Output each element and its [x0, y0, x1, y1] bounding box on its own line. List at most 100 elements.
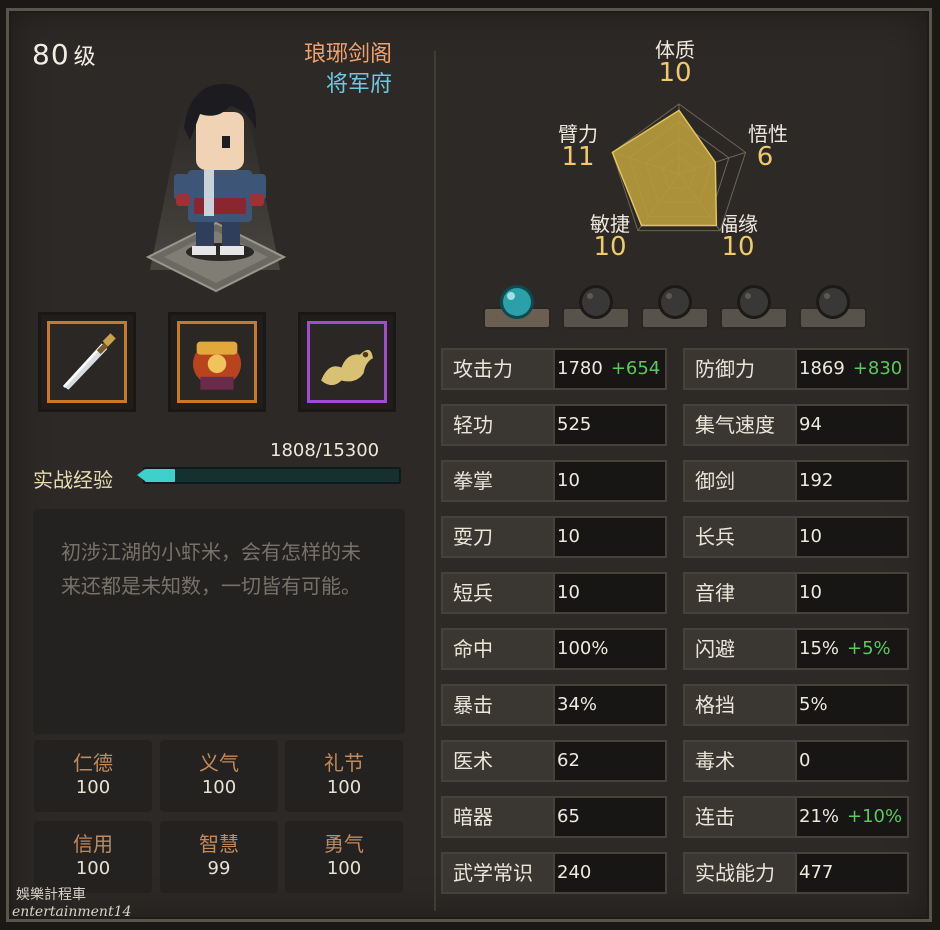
stat-row[interactable]: 短兵 10 — [441, 572, 667, 614]
stat-name: 耍刀 — [441, 516, 555, 558]
stat-value-cell: 10 — [797, 516, 909, 558]
stat-value-cell: 10 — [555, 572, 667, 614]
stat-name: 格挡 — [683, 684, 797, 726]
gem-slot-filled[interactable] — [482, 282, 552, 334]
stat-row[interactable]: 拳掌 10 — [441, 460, 667, 502]
watermark-chinese: 娛樂計程車 — [16, 887, 86, 903]
stat-value-cell: 477 — [797, 852, 909, 894]
stat-row[interactable]: 御剑 192 — [683, 460, 909, 502]
accessory-slot[interactable] — [298, 312, 396, 412]
stat-row[interactable]: 命中 100% — [441, 628, 667, 670]
stat-row[interactable]: 轻功 525 — [441, 404, 667, 446]
stat-name: 暗器 — [441, 796, 555, 838]
armor-slot[interactable] — [168, 312, 266, 412]
stat-value: 0 — [799, 750, 811, 771]
virtue-value: 100 — [326, 858, 362, 879]
stat-name: 音律 — [683, 572, 797, 614]
stat-value-cell: 65 — [555, 796, 667, 838]
stat-value-cell: 100% — [555, 628, 667, 670]
stat-value: 240 — [557, 862, 592, 883]
virtue-cell: 勇气 100 — [285, 821, 403, 893]
stat-value: 21% — [799, 806, 840, 827]
virtue-value: 99 — [207, 858, 231, 879]
stat-row[interactable]: 耍刀 10 — [441, 516, 667, 558]
virtue-value: 100 — [75, 777, 111, 798]
stat-row[interactable]: 闪避 15% +5% — [683, 628, 909, 670]
stat-name: 实战能力 — [683, 852, 797, 894]
stat-value: 5% — [799, 694, 828, 715]
stat-value-cell: 10 — [555, 516, 667, 558]
stat-row[interactable]: 医术 62 — [441, 740, 667, 782]
character-sprite[interactable] — [160, 70, 280, 270]
experience-bar-fill — [145, 469, 175, 482]
virtue-name: 义气 — [199, 751, 239, 775]
golden-dragon-icon — [321, 349, 373, 386]
stat-name: 闪避 — [683, 628, 797, 670]
stat-name: 集气速度 — [683, 404, 797, 446]
virtue-value: 100 — [75, 858, 111, 879]
stat-value: 10 — [799, 526, 822, 547]
stat-row[interactable]: 攻击力 1780 +654 — [441, 348, 667, 390]
stat-value: 10 — [557, 582, 580, 603]
stat-row[interactable]: 实战能力 477 — [683, 852, 909, 894]
stat-value: 62 — [557, 750, 580, 771]
virtue-cell: 义气 100 — [160, 740, 278, 812]
stat-bonus: +5% — [847, 638, 891, 659]
stat-bonus: +830 — [852, 358, 903, 379]
stat-name: 暴击 — [441, 684, 555, 726]
stat-row[interactable]: 格挡 5% — [683, 684, 909, 726]
stat-value: 477 — [799, 862, 834, 883]
gem-slot-empty[interactable] — [640, 282, 710, 334]
stat-value: 10 — [557, 526, 580, 547]
stat-bonus: +654 — [610, 358, 661, 379]
stat-value-cell: 10 — [555, 460, 667, 502]
stat-row[interactable]: 防御力 1869 +830 — [683, 348, 909, 390]
stat-value: 65 — [557, 806, 580, 827]
stat-name: 拳掌 — [441, 460, 555, 502]
stat-row[interactable]: 暗器 65 — [441, 796, 667, 838]
gem-slot-empty[interactable] — [719, 282, 789, 334]
virtue-cell: 智慧 99 — [160, 821, 278, 893]
experience-value: 1808/15300 — [270, 440, 380, 461]
stat-value: 10 — [557, 470, 580, 491]
stat-row[interactable]: 连击 21% +10% — [683, 796, 909, 838]
watermark-latin: entertainment14 — [12, 904, 132, 920]
stat-row[interactable]: 长兵 10 — [683, 516, 909, 558]
virtue-cell: 礼节 100 — [285, 740, 403, 812]
stat-value: 10 — [799, 582, 822, 603]
gem-slot-empty[interactable] — [798, 282, 868, 334]
stat-row[interactable]: 毒术 0 — [683, 740, 909, 782]
stat-row[interactable]: 暴击 34% — [441, 684, 667, 726]
stat-row[interactable]: 集气速度 94 — [683, 404, 909, 446]
stat-name: 短兵 — [441, 572, 555, 614]
stat-name: 连击 — [683, 796, 797, 838]
level-unit: 级 — [73, 45, 97, 70]
description-text: 初涉江湖的小虾米，会有怎样的未来还都是未知数，一切皆有可能。 — [61, 540, 361, 598]
stat-name: 医术 — [441, 740, 555, 782]
level-number: 80 — [32, 38, 70, 71]
gem-slot-empty[interactable] — [561, 282, 631, 334]
stat-value: 100% — [557, 638, 609, 659]
armor-icon — [192, 341, 242, 390]
stat-name: 命中 — [441, 628, 555, 670]
stat-value-cell: 5% — [797, 684, 909, 726]
stat-name: 防御力 — [683, 348, 797, 390]
weapon-slot[interactable] — [38, 312, 136, 412]
stat-value: 15% — [799, 638, 840, 659]
virtue-value: 100 — [326, 777, 362, 798]
stat-value-cell: 62 — [555, 740, 667, 782]
stat-value: 1869 — [799, 358, 845, 379]
stat-value-cell: 0 — [797, 740, 909, 782]
stat-row[interactable]: 武学常识 240 — [441, 852, 667, 894]
stat-row[interactable]: 音律 10 — [683, 572, 909, 614]
stat-value: 525 — [557, 414, 592, 435]
stat-value-cell: 15% +5% — [797, 628, 909, 670]
stat-name: 武学常识 — [441, 852, 555, 894]
experience-bar — [137, 467, 401, 484]
stat-bonus: +10% — [847, 806, 903, 827]
attribute-radar — [611, 103, 747, 232]
sect-info: 琅琊剑阁 将军府 — [304, 40, 392, 100]
affiliation-name: 将军府 — [325, 72, 392, 97]
virtue-name: 勇气 — [324, 832, 364, 856]
virtue-name: 仁德 — [73, 751, 113, 775]
